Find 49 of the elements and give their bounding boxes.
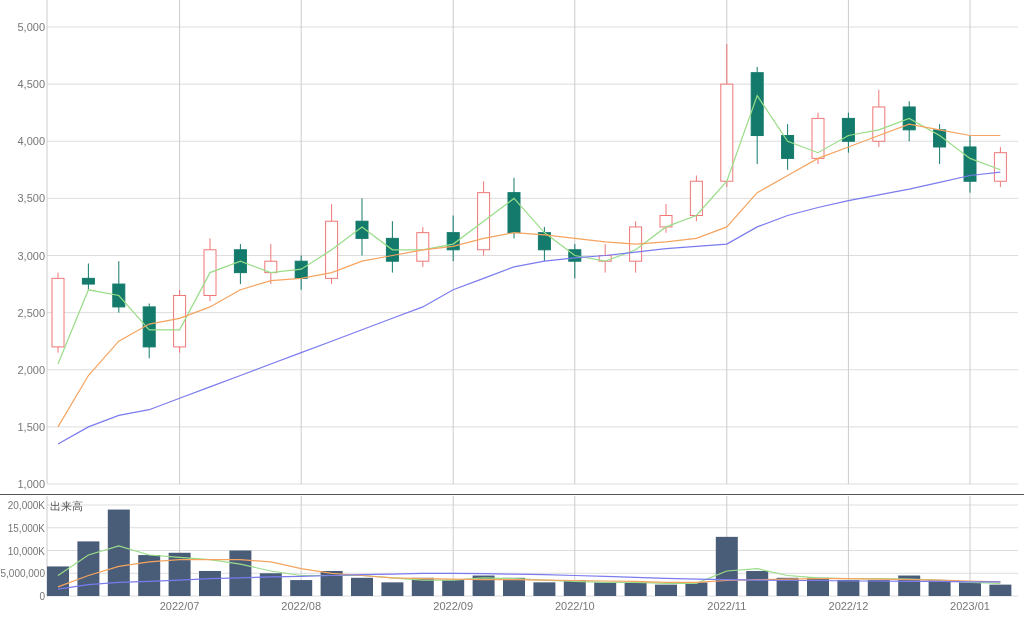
y-axis-label: 1,000 bbox=[17, 478, 45, 490]
candlestick bbox=[294, 255, 308, 291]
candlestick bbox=[416, 226, 430, 268]
y-axis-label: 1,500 bbox=[17, 420, 45, 433]
candlestick bbox=[507, 177, 521, 239]
y-axis-label: 15,000K bbox=[7, 522, 45, 534]
x-axis-label: 2022/11 bbox=[707, 600, 747, 612]
candlestick bbox=[598, 243, 612, 274]
y-axis-label: 2,000 bbox=[17, 363, 45, 376]
volume-axis-title: 出来高 bbox=[50, 500, 83, 512]
candlestick bbox=[689, 175, 703, 222]
candlestick bbox=[233, 243, 247, 285]
y-axis-label: 0 bbox=[39, 591, 45, 602]
y-axis-label: 2,500 bbox=[17, 306, 45, 319]
x-axis-label: 2022/12 bbox=[828, 600, 869, 612]
candlestick bbox=[446, 215, 460, 262]
candlestick bbox=[933, 123, 947, 165]
candlestick bbox=[568, 243, 582, 279]
y-axis-label: 20,000K bbox=[7, 500, 45, 511]
y-axis-label: 3,000 bbox=[17, 249, 45, 262]
y-axis-label: 5,000,000 bbox=[0, 568, 45, 580]
candlestick bbox=[993, 146, 1007, 188]
y-axis-label: 10,000K bbox=[7, 545, 45, 557]
x-axis-label: 2022/09 bbox=[433, 600, 474, 612]
candlestick bbox=[872, 89, 886, 148]
candlestick bbox=[629, 220, 643, 274]
candlestick bbox=[264, 243, 278, 285]
candlestick bbox=[112, 260, 126, 314]
candlestick bbox=[963, 135, 977, 194]
candlestick bbox=[355, 197, 369, 256]
candlestick bbox=[902, 100, 916, 142]
candlestick bbox=[781, 123, 795, 171]
candlestick bbox=[81, 263, 95, 291]
x-axis-label: 2023/01 bbox=[950, 600, 990, 612]
y-axis-label: 4,500 bbox=[17, 78, 45, 91]
x-axis-label: 2022/07 bbox=[159, 600, 200, 612]
y-axis-label: 5,000 bbox=[17, 21, 45, 33]
y-axis-label: 4,000 bbox=[17, 135, 45, 148]
x-axis-label: 2022/08 bbox=[281, 600, 322, 612]
x-axis-label: 2022/10 bbox=[554, 600, 595, 612]
candlestick bbox=[537, 226, 551, 262]
candlestick bbox=[142, 303, 156, 359]
candlestick bbox=[203, 237, 217, 302]
candlestick bbox=[841, 112, 855, 154]
y-axis-label: 3,500 bbox=[17, 192, 45, 205]
candlestick bbox=[811, 112, 825, 165]
candlestick bbox=[385, 220, 399, 274]
candlestick bbox=[173, 289, 187, 354]
candlestick bbox=[659, 203, 673, 234]
